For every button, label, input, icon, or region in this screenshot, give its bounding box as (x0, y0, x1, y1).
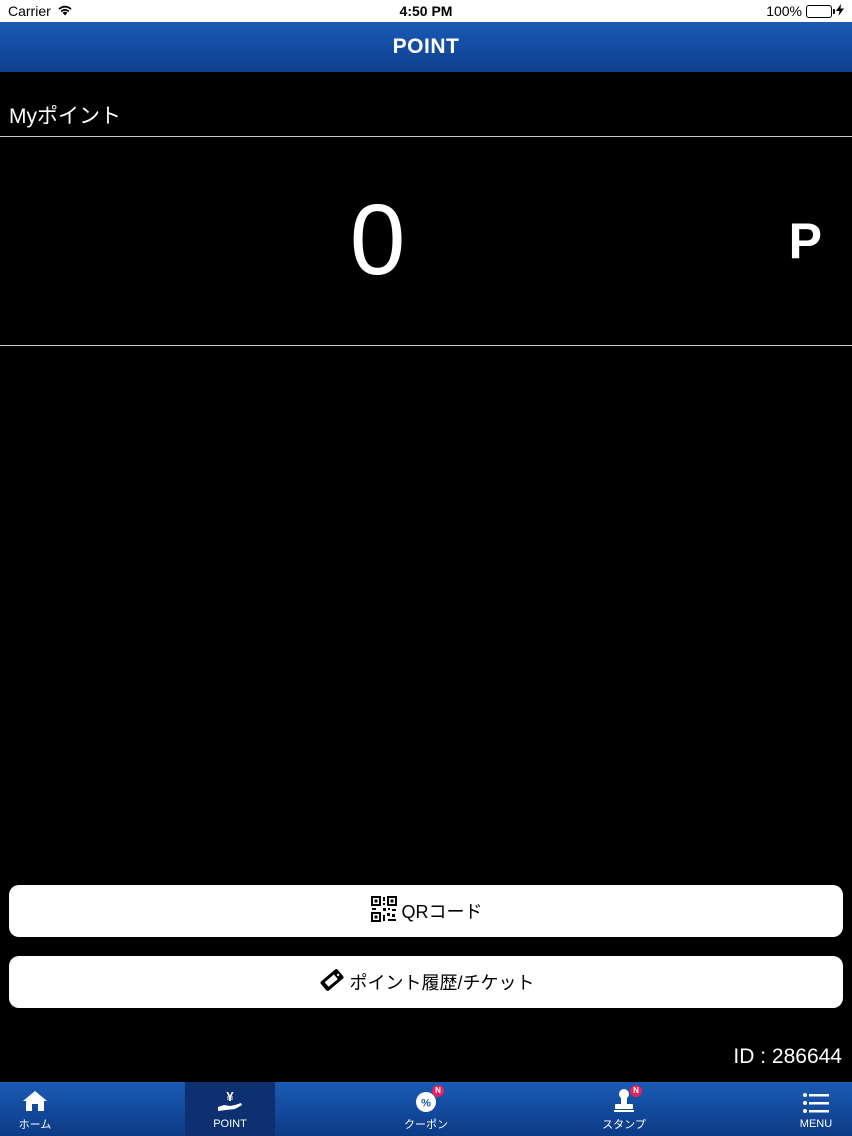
svg-text:¥: ¥ (226, 1090, 234, 1104)
stamp-icon: N (612, 1084, 642, 1115)
home-icon (22, 1087, 48, 1115)
status-bar: Carrier 4:50 PM 100% (0, 0, 852, 22)
tab-home[interactable]: ホーム (0, 1082, 80, 1136)
point-history-button-label: ポイント履歴/チケット (349, 973, 535, 993)
yen-hand-icon: ¥ (216, 1089, 244, 1117)
battery-percent: 100% (766, 3, 802, 19)
coupon-icon: % N (414, 1084, 444, 1115)
coupon-badge: N (432, 1084, 444, 1097)
tab-point-label: POINT (213, 1117, 247, 1130)
page-title: POINT (392, 35, 460, 58)
divider-top (0, 136, 852, 137)
menu-icon (803, 1089, 829, 1117)
tab-stamp[interactable]: N スタンプ (579, 1082, 669, 1136)
tab-point[interactable]: ¥ POINT (185, 1082, 275, 1136)
charging-icon (836, 3, 844, 19)
tab-menu[interactable]: MENU (771, 1082, 852, 1136)
tab-bar: ホーム ¥ POINT % N クーポン N スタンプ MENU (0, 1082, 852, 1136)
status-time: 4:50 PM (399, 3, 453, 19)
stamp-badge: N (630, 1084, 642, 1097)
qr-code-button[interactable]: QRコード (9, 885, 843, 937)
qr-code-button-label: QRコード (401, 902, 483, 922)
tab-menu-label: MENU (799, 1117, 833, 1130)
battery-icon (806, 4, 835, 18)
tab-stamp-label: スタンプ (602, 1118, 646, 1131)
tab-home-label: ホーム (18, 1118, 52, 1131)
point-history-button[interactable]: ポイント履歴/チケット (9, 956, 843, 1008)
qr-code-icon (370, 895, 398, 928)
tab-coupon-label: クーポン (404, 1118, 448, 1131)
svg-text:%: % (421, 1097, 431, 1109)
tab-coupon[interactable]: % N クーポン (381, 1082, 471, 1136)
my-point-label: Myポイント (9, 105, 121, 128)
points-unit: P (788, 213, 822, 269)
ticket-icon (318, 966, 346, 999)
status-right: 100% (766, 3, 844, 19)
user-id: ID : 286644 (733, 1045, 842, 1068)
points-value: 0 (349, 184, 406, 296)
nav-header: POINT (0, 22, 852, 72)
divider-bottom (0, 345, 852, 346)
